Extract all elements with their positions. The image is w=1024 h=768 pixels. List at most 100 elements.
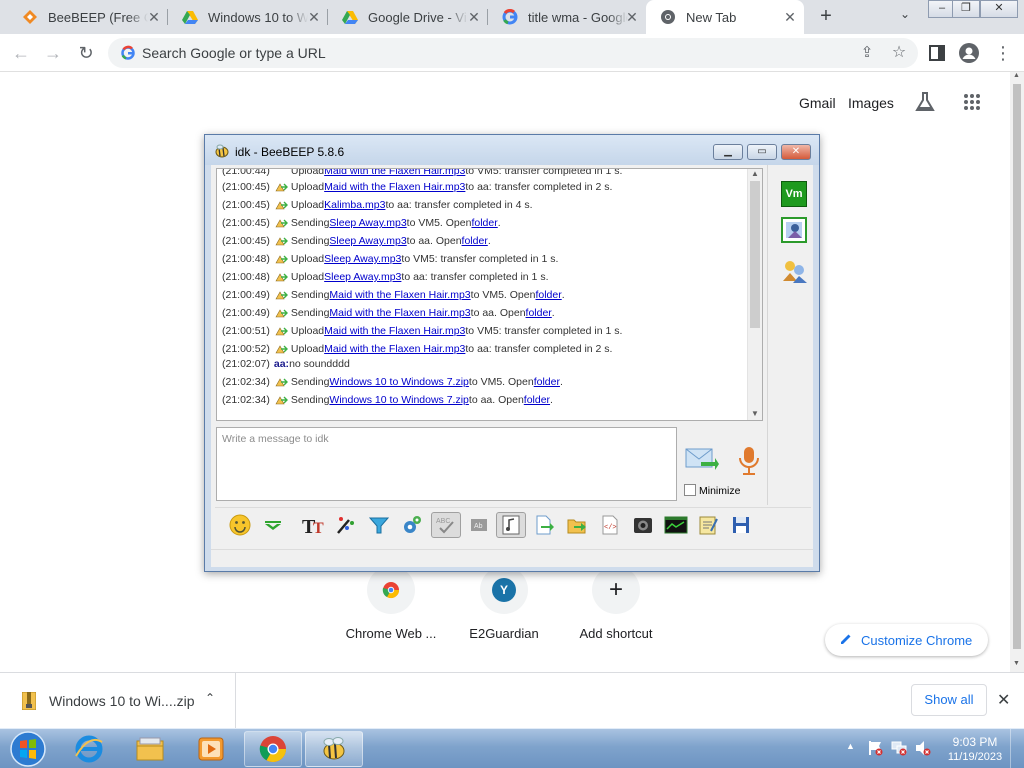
close-tab-icon[interactable]: ✕ — [624, 9, 640, 25]
action-center-flag-icon[interactable] — [867, 740, 883, 761]
vm-user-avatar[interactable]: Vm — [781, 181, 807, 207]
close-icon[interactable]: ✕ — [997, 690, 1010, 710]
add-users-icon[interactable] — [781, 257, 807, 283]
omnibox[interactable]: ⇪ ☆ — [108, 38, 918, 68]
forward-arrow-icon[interactable]: → — [40, 40, 66, 66]
screenshot-icon[interactable] — [630, 512, 656, 538]
close-tab-icon[interactable]: ✕ — [146, 9, 162, 25]
restore-window-button[interactable]: ❐ — [952, 0, 980, 18]
message-box[interactable] — [216, 427, 677, 501]
scroll-down-arrow-icon[interactable]: ▼ — [751, 409, 759, 418]
shortcut-e2guardian[interactable]: Y E2Guardian — [454, 566, 554, 641]
download-item[interactable]: Windows 10 to Wi....zip ⌃ — [0, 673, 236, 729]
close-window-button[interactable]: ✕ — [980, 0, 1018, 18]
tab-google-search[interactable]: title wma - Google Search ✕ — [488, 0, 646, 34]
reload-icon[interactable]: ↻ — [73, 40, 99, 66]
tab-google-drive[interactable]: Google Drive - Virtual ✕ — [328, 0, 488, 34]
network-icon[interactable] — [891, 740, 907, 761]
chat-scrollbar[interactable]: ▲ ▼ — [747, 169, 762, 420]
file-link[interactable]: Maid with the Flaxen Hair.mp3 — [324, 343, 465, 355]
folder-link[interactable]: folder — [526, 307, 552, 319]
file-explorer-icon[interactable] — [121, 731, 179, 767]
file-link[interactable]: Maid with the Flaxen Hair.mp3 — [324, 181, 465, 193]
folder-link[interactable]: folder — [535, 289, 561, 301]
scroll-up-arrow-icon[interactable]: ▲ — [1013, 72, 1020, 79]
notes-icon[interactable] — [695, 512, 721, 538]
file-link[interactable]: Sleep Away.mp3 — [329, 235, 406, 247]
customize-chrome-button[interactable]: Customize Chrome — [825, 624, 989, 656]
settings-icon[interactable] — [399, 512, 425, 538]
media-player-icon[interactable] — [182, 731, 240, 767]
shortcut-chrome-web-store[interactable]: Chrome Web ... — [341, 566, 441, 641]
file-link[interactable]: Maid with the Flaxen Hair.mp3 — [329, 307, 470, 319]
show-all-button[interactable]: Show all — [911, 684, 987, 716]
clock-date[interactable]: 11/19/2023 — [946, 751, 1004, 763]
word-completion-icon[interactable]: Ab — [466, 512, 492, 538]
show-hidden-icons-icon[interactable]: ▲ — [846, 741, 855, 751]
file-link[interactable]: Maid with the Flaxen Hair.mp3 — [329, 289, 470, 301]
images-link[interactable]: Images — [848, 95, 894, 111]
save-chat-icon[interactable] — [728, 512, 754, 538]
gmail-link[interactable]: Gmail — [799, 95, 836, 111]
file-link[interactable]: Sleep Away.mp3 — [329, 217, 406, 229]
color-icon[interactable] — [333, 512, 359, 538]
beebeep-icon[interactable] — [305, 731, 363, 767]
file-link[interactable]: Windows 10 to Windows 7.zip — [329, 394, 468, 406]
scroll-down-arrow-icon[interactable]: ▼ — [1013, 660, 1020, 667]
bookmark-star-icon[interactable]: ☆ — [886, 40, 912, 66]
file-link[interactable]: Sleep Away.mp3 — [324, 271, 401, 283]
file-link[interactable]: Windows 10 to Windows 7.zip — [329, 376, 468, 388]
start-button[interactable] — [4, 730, 50, 768]
scrollbar-thumb[interactable] — [1013, 84, 1021, 649]
file-link[interactable]: Sleep Away.mp3 — [324, 253, 401, 265]
tab-beebeep[interactable]: BeeBEEP (Free Office Messenger) ✕ — [8, 0, 168, 34]
send-folder-icon[interactable] — [564, 512, 590, 538]
terminal-icon[interactable] — [663, 512, 689, 538]
tab-windows-10[interactable]: Windows 10 to Windows 7 ✕ — [168, 0, 328, 34]
file-link[interactable]: Maid with the Flaxen Hair.mp3 — [324, 325, 465, 337]
internet-explorer-icon[interactable] — [60, 731, 118, 767]
new-tab-button[interactable]: + — [814, 5, 838, 29]
music-icon[interactable] — [496, 512, 526, 538]
omnibox-input[interactable] — [142, 38, 822, 68]
code-icon[interactable]: </> — [597, 512, 623, 538]
side-panel-icon[interactable] — [924, 40, 950, 66]
filter-icon[interactable] — [366, 512, 392, 538]
chevron-up-icon[interactable]: ⌃ — [205, 691, 215, 705]
scrollbar-thumb[interactable] — [750, 181, 760, 328]
minimize-button[interactable]: ▁ — [713, 144, 743, 160]
aa-user-avatar[interactable] — [781, 217, 807, 243]
labs-flask-icon[interactable] — [914, 91, 936, 118]
show-desktop-button[interactable] — [1010, 729, 1024, 768]
scroll-up-arrow-icon[interactable]: ▲ — [751, 169, 759, 178]
send-file-icon[interactable] — [531, 512, 557, 538]
close-tab-icon[interactable]: ✕ — [466, 9, 482, 25]
profile-avatar-icon[interactable] — [956, 40, 982, 66]
apps-grid-icon[interactable] — [963, 93, 981, 116]
kebab-menu-icon[interactable]: ⋮ — [990, 40, 1016, 66]
wink-icon[interactable] — [260, 512, 286, 538]
smiley-icon[interactable] — [227, 512, 253, 538]
maximize-button[interactable]: ▭ — [747, 144, 777, 160]
close-tab-icon[interactable]: ✕ — [306, 9, 322, 25]
send-message-button[interactable] — [685, 445, 719, 475]
tab-search-chevron-icon[interactable]: ⌄ — [896, 7, 914, 25]
folder-link[interactable]: folder — [524, 394, 550, 406]
voice-message-button[interactable] — [737, 445, 761, 477]
chrome-icon[interactable] — [244, 731, 302, 767]
folder-link[interactable]: folder — [534, 376, 560, 388]
volume-muted-icon[interactable] — [915, 740, 931, 761]
file-link[interactable]: Kalimba.mp3 — [324, 199, 385, 211]
font-icon[interactable]: TT — [300, 512, 326, 538]
folder-link[interactable]: folder — [462, 235, 488, 247]
folder-link[interactable]: folder — [471, 217, 497, 229]
message-input[interactable] — [217, 428, 676, 500]
close-button[interactable]: ✕ — [781, 144, 811, 160]
share-icon[interactable]: ⇪ — [854, 40, 880, 66]
shortcut-add[interactable]: + Add shortcut — [566, 566, 666, 641]
chat-log[interactable]: (21:00:45) Upload Maid with the Flaxen Ha… — [216, 168, 763, 421]
clock-time[interactable]: 9:03 PM — [950, 735, 1000, 749]
page-scrollbar[interactable]: ▲ ▼ — [1010, 72, 1024, 672]
close-tab-icon[interactable]: ✕ — [782, 9, 798, 25]
tab-new-tab[interactable]: New Tab ✕ — [646, 0, 804, 34]
